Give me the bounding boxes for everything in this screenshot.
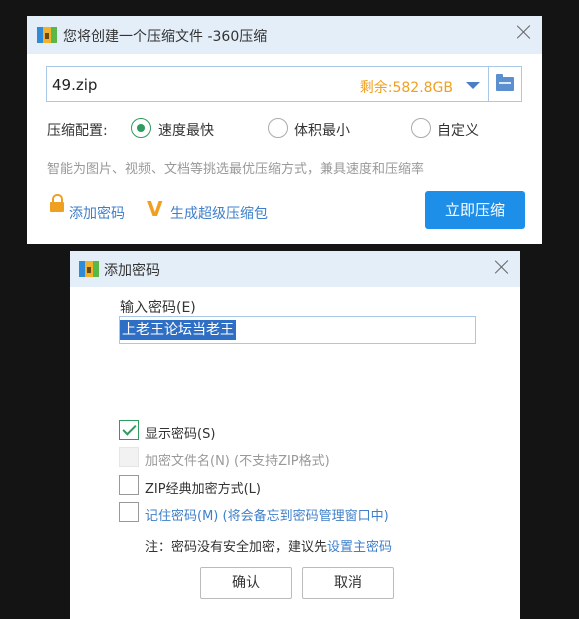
set-master-password-link[interactable]: 设置主密码 bbox=[327, 540, 392, 555]
compress-window-titlebar[interactable]: 您将创建一个压缩文件 -360压缩 bbox=[27, 16, 542, 54]
vip-v-icon: V bbox=[147, 197, 163, 221]
remember-password-checkbox[interactable] bbox=[119, 502, 139, 522]
encrypt-filename-label: 加密文件名(N) (不支持ZIP格式) bbox=[145, 454, 330, 469]
add-password-link[interactable]: 添加密码 bbox=[69, 203, 125, 223]
compress-window-title: 您将创建一个压缩文件 -360压缩 bbox=[63, 29, 268, 45]
config-description: 智能为图片、视频、文档等挑选最优压缩方式，兼具速度和压缩率 bbox=[47, 162, 425, 177]
close-icon[interactable] bbox=[494, 259, 510, 275]
chevron-down-icon[interactable] bbox=[466, 82, 480, 89]
radio-custom[interactable] bbox=[411, 118, 431, 138]
compress-config-label: 压缩配置: bbox=[47, 123, 108, 139]
free-space-label: 剩余:582.8GB bbox=[359, 80, 453, 96]
close-icon[interactable] bbox=[516, 24, 532, 40]
show-password-checkbox[interactable] bbox=[119, 420, 139, 440]
security-note: 注：密码没有安全加密，建议先设置主密码 bbox=[145, 536, 392, 555]
compress-window: 您将创建一个压缩文件 -360压缩 49.zip 剩余:582.8GB 压缩配置… bbox=[27, 16, 542, 244]
super-package-link[interactable]: 生成超级压缩包 bbox=[170, 203, 268, 223]
compress-now-button[interactable]: 立即压缩 bbox=[425, 191, 525, 229]
radio-custom-label[interactable]: 自定义 bbox=[437, 120, 479, 140]
radio-fastest[interactable] bbox=[131, 118, 151, 138]
cancel-button[interactable]: 取消 bbox=[302, 567, 394, 599]
path-field-divider bbox=[488, 67, 489, 101]
360zip-app-icon bbox=[79, 259, 99, 279]
add-password-titlebar[interactable]: 添加密码 bbox=[70, 251, 520, 287]
radio-smallest[interactable] bbox=[268, 118, 288, 138]
add-password-dialog: 添加密码 输入密码(E) 上老王论坛当老王 显示密码(S) 加密文件名(N) (… bbox=[70, 251, 520, 619]
add-password-title: 添加密码 bbox=[104, 263, 160, 279]
security-note-text: 注：密码没有安全加密，建议先 bbox=[145, 540, 328, 555]
zip-classic-encryption-label[interactable]: ZIP经典加密方式(L) bbox=[145, 478, 261, 497]
ok-button[interactable]: 确认 bbox=[200, 567, 292, 599]
show-password-label[interactable]: 显示密码(S) bbox=[145, 423, 215, 442]
remember-password-label[interactable]: 记住密码(M) (将会备忘到密码管理窗口中) bbox=[145, 505, 389, 524]
radio-smallest-label[interactable]: 体积最小 bbox=[294, 120, 350, 140]
lock-icon[interactable] bbox=[50, 194, 64, 212]
password-selected-text[interactable]: 上老王论坛当老王 bbox=[120, 320, 236, 340]
folder-icon[interactable] bbox=[496, 74, 514, 91]
password-input-label: 输入密码(E) bbox=[120, 300, 196, 316]
password-input[interactable]: 上老王论坛当老王 bbox=[119, 316, 476, 344]
zip-classic-encryption-checkbox[interactable] bbox=[119, 475, 139, 495]
360zip-app-icon bbox=[37, 25, 57, 45]
encrypt-filename-checkbox bbox=[119, 447, 139, 467]
output-path-field[interactable]: 49.zip 剩余:582.8GB bbox=[46, 66, 522, 102]
output-file-name[interactable]: 49.zip bbox=[52, 76, 97, 94]
radio-fastest-label[interactable]: 速度最快 bbox=[158, 120, 214, 140]
